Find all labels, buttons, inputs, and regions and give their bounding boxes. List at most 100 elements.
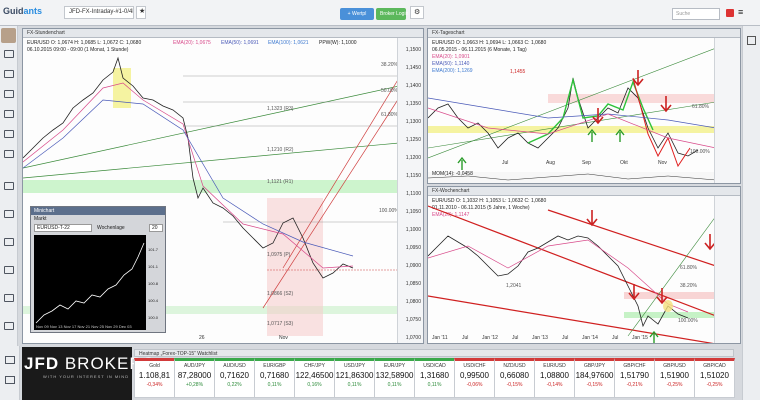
symbol-select[interactable]: EURUSD-T-22 [34,224,92,232]
y-tick: 1,1450 [405,65,421,71]
ticker-tile[interactable]: GBP/USD 1,51900 -0,25% [654,358,695,398]
ticker-tile[interactable]: USD/CHF 0,99500 -0,06% [454,358,495,398]
monitor-icon[interactable] [4,50,14,58]
ticker-change: 0,11% [387,382,402,388]
broker-login-button[interactable]: Broker Login [376,8,408,20]
monitor-icon[interactable] [4,182,14,190]
y-tick: 1,0750 [405,317,421,323]
top-toolbar: Guidants JFD-FX-Intraday-#1-0/4h ★ + Wer… [0,0,760,26]
ticker-tile[interactable]: GBP/CAD 1,51020 -0,25% [694,358,735,398]
fib-label: 100.00% [690,149,710,155]
ticker-name: USD/CAD [423,363,446,369]
daily-chart-panel[interactable]: FX-Tageschart EUR/USD O: 1,0663 H: 1,069… [427,28,741,184]
x-tick: Sep [582,160,591,166]
ticker-tile[interactable]: GBP/JPY 184,97600 -0,15% [574,358,615,398]
avatar[interactable] [1,28,16,43]
chart-icon[interactable] [4,90,14,98]
ticker-name: CHF/JPY [304,363,325,369]
x-tick: Nov [279,335,288,341]
ticker-value: 0,71680 [260,371,289,380]
ticker-tile[interactable]: EUR/GBP 0,71680 0,11% [254,358,295,398]
y-tick: 100.4 [148,298,159,303]
ticker-name: EUR/USD [543,363,566,369]
ticker-tile[interactable]: AUD/JPY 87,28000 +0,28% [174,358,215,398]
ticker-tile[interactable]: EUR/USD 1,08800 -0,14% [534,358,575,398]
monitor-icon[interactable] [4,322,14,330]
support-zone [23,180,399,193]
gear-icon[interactable]: ⚙ [410,6,424,19]
ticker-value: 1,08800 [540,371,569,380]
ticker-name: GBP/CAD [703,363,726,369]
menu-icon[interactable]: ≡ [738,7,748,17]
ticker-tile[interactable]: GBP/CHF 1,51790 -0,21% [614,358,655,398]
y-tick: 1,1100 [406,191,421,197]
x-tick: Okt [620,160,628,166]
trendline [23,85,399,169]
pivot-s2: 1,0866 (S2) [267,291,294,297]
arrow-down-icon [592,108,604,125]
minichart-canvas: Nov 09 Nov 13 Nov 17 Nov 21 Nov 25 Nov 2… [34,235,146,330]
x-tick: Jan '14 [582,335,598,341]
monitor-icon[interactable] [4,266,14,274]
x-tick: Jan '12 [482,335,498,341]
y-axis [714,196,740,343]
ticker-name: USD/CHF [463,363,486,369]
weekly-chart-canvas[interactable] [428,196,716,344]
pivot-r2: 1,1210 (R2) [267,147,294,153]
ticker-change: -0,15% [506,382,523,388]
ticker-tile[interactable]: NZD/USD 0,66080 -0,15% [494,358,535,398]
ticker-tile[interactable]: EUR/JPY 132,58900 0,11% [374,358,415,398]
y-tick: 1,1400 [405,83,421,89]
flag-icon[interactable] [726,9,734,17]
news-icon[interactable] [4,130,14,138]
ticker-tile[interactable]: Gold 1.108,81 -0,34% [134,358,175,398]
monitor-icon[interactable] [5,376,15,384]
guidants-logo[interactable]: Guidants [3,6,42,16]
ticker-tile[interactable]: AUD/USD 0,71620 0,22% [214,358,255,398]
monitor-icon[interactable] [4,294,14,302]
ticker-value: 1.108,81 [138,371,171,380]
trendline [282,77,399,269]
ticker-value: 122,46500 [295,371,334,380]
daily-chart-canvas[interactable] [428,38,716,184]
ticker-change: 0,22% [227,382,242,388]
y-tick: 1,1500 [405,47,421,53]
search-input[interactable]: Suche [672,8,720,20]
monitor-icon[interactable] [5,356,15,364]
panel-title: FX-Wochenchart [428,187,740,196]
briefcase-icon[interactable] [4,110,14,118]
arrow-down-icon [586,210,598,227]
ticker-tile[interactable]: USD/JPY 121,86300 0,11% [334,358,375,398]
chart-icon[interactable] [4,70,14,78]
fib-label: 61.80% [692,104,709,110]
heatmap-title: Heatmap „Forex-TOP-15“ Watchlist [134,349,734,357]
ticker-name: AUD/USD [223,363,246,369]
y-tick: 1,1000 [405,227,421,233]
minichart-window[interactable]: Minichart Markt EURUSD-T-22 Wochenlage 2… [30,206,166,333]
panel-title: FX-Tageschart [428,29,740,38]
x-tick: Jan '11 [432,335,448,341]
setting-input[interactable]: 20 [149,224,163,232]
y-tick: 1,1350 [405,101,421,107]
right-sidebar [742,26,760,400]
monitor-icon[interactable] [4,238,14,246]
star-icon[interactable]: ★ [136,6,146,19]
monitor-icon[interactable] [4,210,14,218]
ticker-tile[interactable]: USD/CAD 1,31680 0,11% [414,358,455,398]
y-tick: 1,0850 [405,281,421,287]
momentum-label: MOM(14): -0,0458 [432,171,473,177]
tab-workspace[interactable]: JFD-FX-Intraday-#1-0/4h [64,6,134,19]
bell-icon[interactable] [4,150,14,158]
y-tick: 100.0 [148,315,159,320]
y-tick: 1,1150 [406,173,421,179]
ticker-value: 1,51020 [700,371,729,380]
x-tick: Jul [502,160,509,166]
ticker-name: USD/JPY [343,363,366,369]
ticker-tile[interactable]: CHF/JPY 122,46500 0,16% [294,358,335,398]
weekly-chart-panel[interactable]: FX-Wochenchart EUR/USD O: 1,1032 H: 1,10… [427,186,741,344]
settings-icon[interactable] [747,36,756,45]
highlight-marker [663,300,673,312]
add-watchlist-button[interactable]: + Wertpl [340,8,374,20]
ticker-value: 184,97600 [575,371,614,380]
y-tick: 100.8 [148,281,159,286]
